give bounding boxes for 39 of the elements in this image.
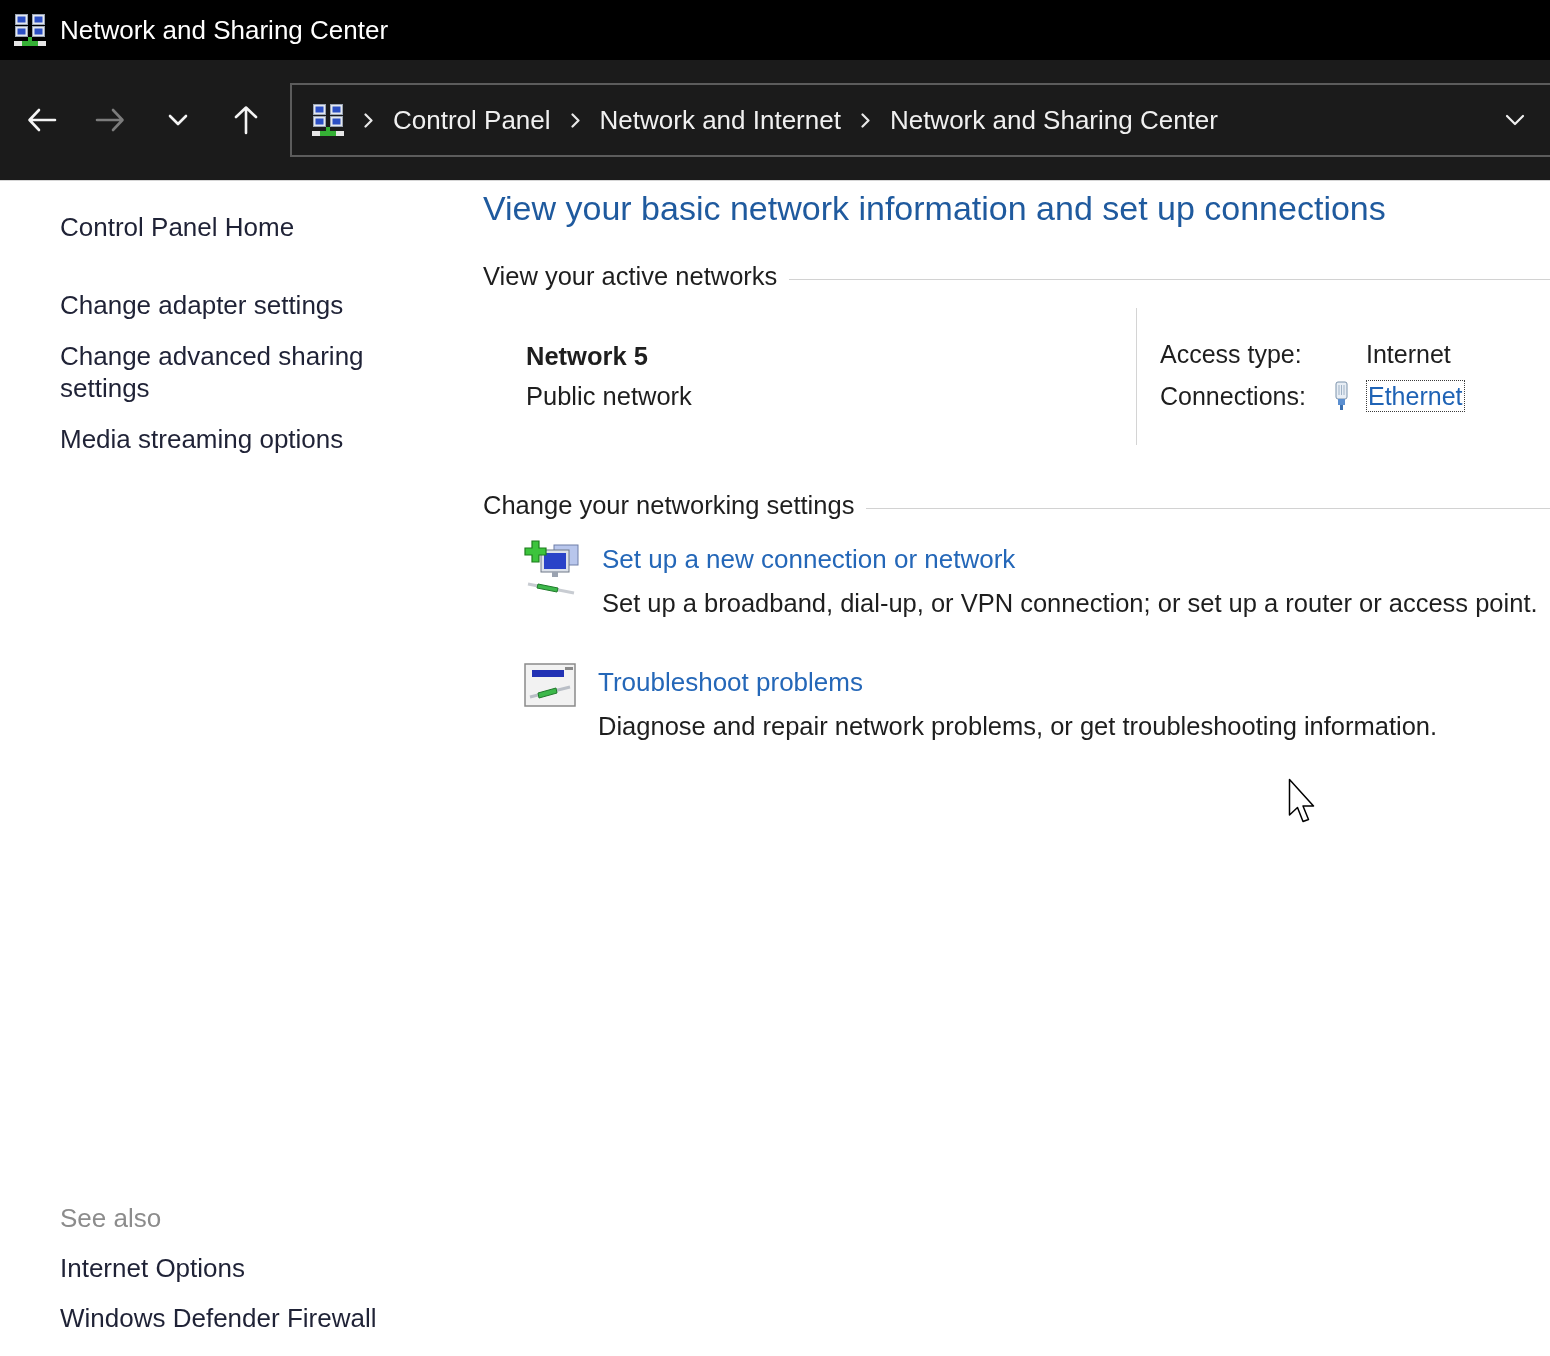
breadcrumb-link[interactable]: Control Panel xyxy=(393,104,551,136)
chevron-down-icon xyxy=(1505,114,1525,126)
connection-link[interactable]: Ethernet xyxy=(1366,380,1465,412)
network-category: Public network xyxy=(526,381,692,412)
chevron-down-icon xyxy=(168,114,188,126)
network-name: Network 5 xyxy=(526,341,648,372)
chevron-right-icon[interactable] xyxy=(860,112,870,128)
plug-icon xyxy=(1333,381,1350,411)
sidebar-link[interactable]: Media streaming options xyxy=(60,423,344,455)
window-title: Network and Sharing Center xyxy=(60,14,389,46)
sidebar-link[interactable]: Change adapter settings xyxy=(60,289,344,321)
task-link[interactable]: Set up a new connection or network xyxy=(602,543,1016,575)
chevron-right-icon[interactable] xyxy=(364,112,373,128)
chevron-right-icon[interactable] xyxy=(570,112,580,128)
arrow-up-icon xyxy=(233,105,259,135)
sidebar-link[interactable]: Change advanced sharing settings xyxy=(60,340,400,404)
task-description: Diagnose and repair network problems, or get troubleshooting information. xyxy=(598,711,1438,742)
screen-cable-icon xyxy=(524,663,576,707)
address-bar[interactable]: Control Panel Network and Internet Network and Sharing Center xyxy=(290,83,1550,157)
network-icon xyxy=(14,13,46,47)
arrow-left-icon xyxy=(27,107,57,133)
task-description: Set up a broadband, dial-up, or VPN connection; or set up a router or access point. xyxy=(602,588,1538,619)
section-heading: Change your networking settings xyxy=(483,490,855,521)
sidebar-link[interactable]: Internet Options xyxy=(60,1252,245,1284)
breadcrumb-link[interactable]: Network and Internet xyxy=(599,104,841,136)
task-link[interactable]: Troubleshoot problems xyxy=(598,666,863,698)
network-icon xyxy=(312,103,344,137)
section-heading: View your active networks xyxy=(483,261,778,292)
breadcrumb-link[interactable]: Network and Sharing Center xyxy=(889,104,1218,136)
sidebar-link[interactable]: Windows Defender Firewall xyxy=(60,1302,377,1334)
page-heading: View your basic network information and set up connections xyxy=(483,188,1386,228)
mouse-pointer-icon xyxy=(1288,778,1315,824)
access-type-value: Internet xyxy=(1366,339,1451,370)
arrow-right-icon xyxy=(95,107,125,133)
monitor-plus-icon xyxy=(524,540,580,596)
sidebar-link[interactable]: Control Panel Home xyxy=(60,211,295,243)
access-type-label: Access type: xyxy=(1160,339,1302,370)
see-also-heading: See also xyxy=(60,1202,162,1234)
connections-label: Connections: xyxy=(1160,381,1306,412)
